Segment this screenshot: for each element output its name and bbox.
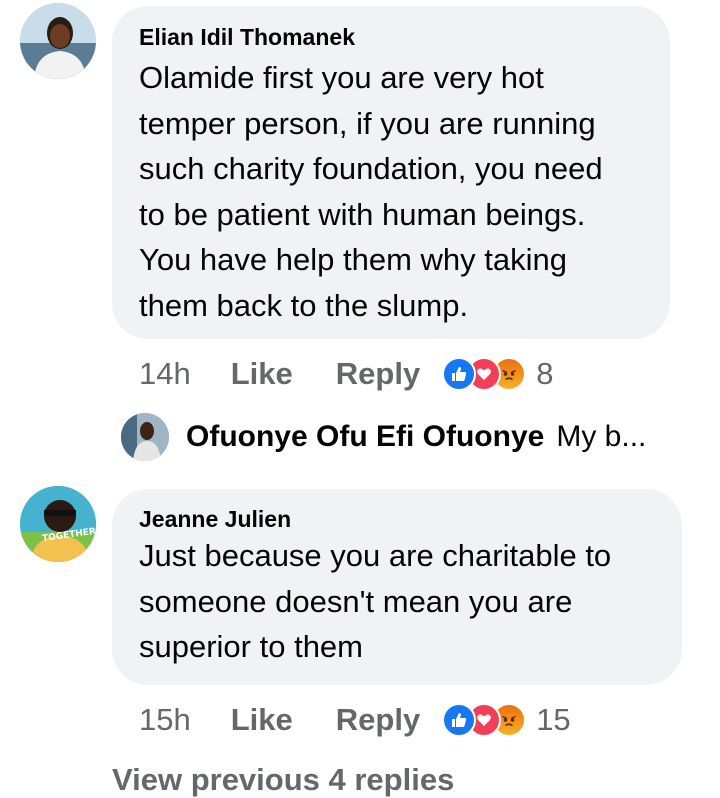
comment-line: such charity foundation, you need [139, 151, 603, 186]
comment-line: to be patient with human beings. [139, 196, 586, 232]
comment-actions: 14h Like Reply 8 [139, 354, 553, 394]
reply-avatar[interactable] [121, 413, 169, 461]
reply-button[interactable]: Reply [336, 356, 420, 392]
like-icon [442, 703, 477, 737]
comment-text: Just because you are charitable to someo… [139, 533, 611, 670]
comment-line: temper person, if you are running [139, 105, 596, 141]
reply-button[interactable]: Reply [336, 702, 420, 738]
comment-line: Olamide first you are very hot [139, 60, 544, 95]
reply-preview[interactable]: Ofuonye Ofu Efi Ofuonye My b... [186, 420, 646, 454]
reactions-summary[interactable]: 8 [442, 356, 554, 391]
reaction-count: 15 [536, 702, 571, 737]
comment-line: You have help them why taking [139, 242, 567, 277]
avatar[interactable]: TOGETHER [20, 486, 96, 562]
like-icon [442, 357, 477, 391]
reactions-summary[interactable]: 15 [442, 702, 571, 737]
user-photo-icon [20, 3, 96, 79]
comment-line: someone doesn't mean you are [139, 583, 573, 619]
comment-time[interactable]: 15h [139, 702, 191, 738]
reaction-count: 8 [536, 356, 554, 391]
like-button[interactable]: Like [231, 356, 293, 392]
comment-time[interactable]: 14h [139, 356, 191, 392]
comment-author[interactable]: Jeanne Julien [139, 506, 291, 533]
comment-text: Olamide first you are very hot temper pe… [139, 55, 603, 328]
comment-line: Just because you are charitable to [139, 538, 612, 573]
like-button[interactable]: Like [231, 702, 293, 738]
view-previous-replies-link[interactable]: View previous 4 replies [112, 762, 454, 798]
comment-author[interactable]: Elian Idil Thomanek [139, 24, 355, 51]
reply-snippet: My b... [556, 420, 647, 453]
user-photo-icon [121, 413, 169, 461]
user-photo-icon: TOGETHER [20, 486, 96, 562]
avatar[interactable] [20, 3, 96, 79]
comment-line: them back to the slump. [139, 287, 469, 323]
comment-line: superior to them [139, 629, 363, 664]
reply-author[interactable]: Ofuonye Ofu Efi Ofuonye [186, 420, 544, 454]
comment-actions: 15h Like Reply 15 [139, 700, 571, 740]
